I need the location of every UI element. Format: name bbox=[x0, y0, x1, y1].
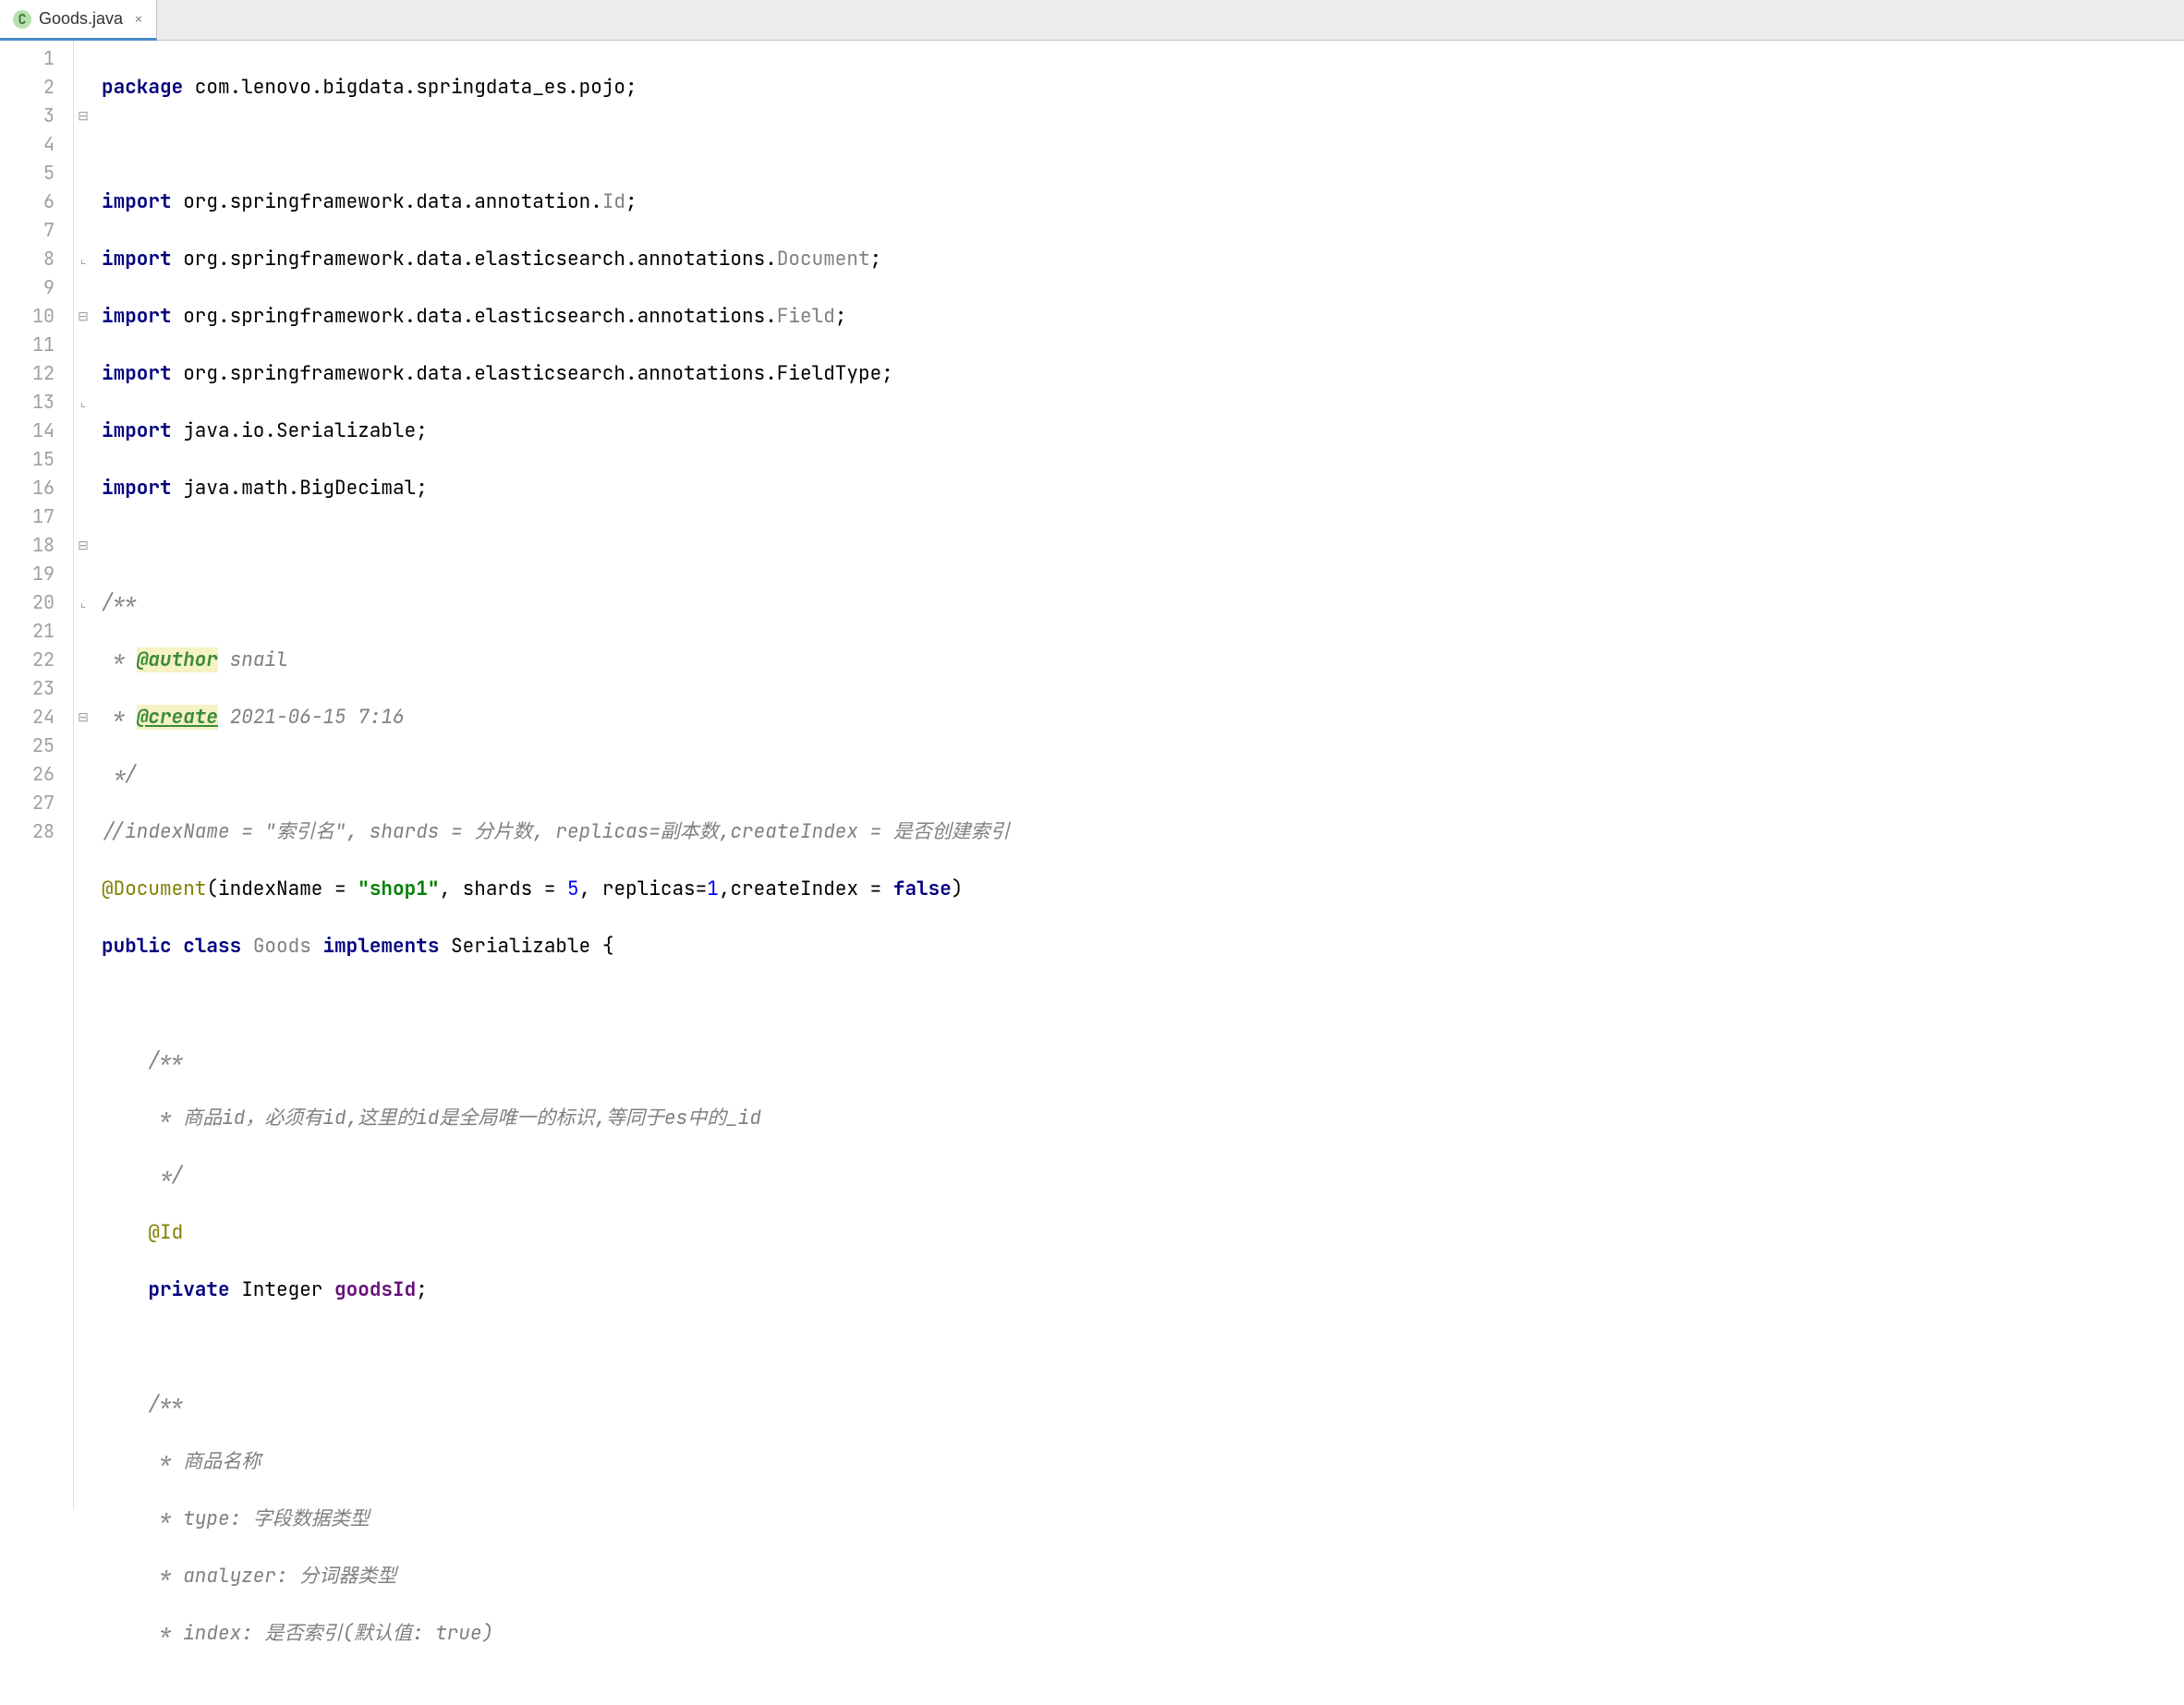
code-line-5[interactable]: import org.springframework.data.elastics… bbox=[102, 302, 2184, 331]
code-line-19[interactable]: * 商品id，必须有id,这里的id是全局唯一的标识,等同于es中的_id bbox=[102, 1104, 2184, 1132]
line-gutter: 1 2 3 4 5 6 7 8 9 10 11 12 13 14 15 16 1… bbox=[0, 41, 74, 1509]
line-number[interactable]: 6 bbox=[0, 187, 73, 216]
code-line-27[interactable]: * analyzer: 分词器类型 bbox=[102, 1562, 2184, 1590]
line-number[interactable]: 24 bbox=[0, 703, 73, 732]
fold-gutter: ⊟ ⌞ ⊟ ⌞ ⊟ ⌞ ⊟ bbox=[74, 41, 92, 1509]
code-line-18[interactable]: /** bbox=[102, 1046, 2184, 1075]
code-line-3[interactable]: import org.springframework.data.annotati… bbox=[102, 187, 2184, 216]
fold-marker-collapse[interactable]: ⊟ bbox=[74, 302, 92, 331]
line-number[interactable]: 1 bbox=[0, 44, 73, 73]
line-number[interactable]: 23 bbox=[0, 674, 73, 703]
line-number[interactable]: 14 bbox=[0, 417, 73, 445]
line-number[interactable]: 4 bbox=[0, 130, 73, 159]
fold-marker-collapse[interactable]: ⊟ bbox=[74, 102, 92, 130]
code-line-6[interactable]: import org.springframework.data.elastics… bbox=[102, 359, 2184, 388]
fold-marker bbox=[74, 646, 92, 674]
close-icon[interactable]: × bbox=[134, 9, 143, 29]
code-line-9[interactable] bbox=[102, 531, 2184, 560]
line-number[interactable]: 15 bbox=[0, 445, 73, 474]
fold-marker bbox=[74, 474, 92, 502]
line-number[interactable]: 19 bbox=[0, 560, 73, 588]
line-number[interactable]: 12 bbox=[0, 359, 73, 388]
code-line-10[interactable]: /** bbox=[102, 588, 2184, 617]
fold-marker bbox=[74, 732, 92, 760]
code-line-2[interactable] bbox=[102, 130, 2184, 159]
fold-marker-collapse[interactable]: ⊟ bbox=[74, 531, 92, 560]
line-number[interactable]: 20 bbox=[0, 588, 73, 617]
fold-marker bbox=[74, 187, 92, 216]
fold-marker-end[interactable]: ⌞ bbox=[74, 245, 92, 273]
fold-marker bbox=[74, 445, 92, 474]
code-line-7[interactable]: import java.io.Serializable; bbox=[102, 417, 2184, 445]
fold-marker bbox=[74, 817, 92, 846]
code-line-25[interactable]: * 商品名称 bbox=[102, 1447, 2184, 1476]
line-number[interactable]: 25 bbox=[0, 732, 73, 760]
fold-marker bbox=[74, 617, 92, 646]
line-number[interactable]: 22 bbox=[0, 646, 73, 674]
fold-marker bbox=[74, 331, 92, 359]
fold-marker-collapse[interactable]: ⊟ bbox=[74, 703, 92, 732]
fold-marker bbox=[74, 502, 92, 531]
tab-bar: C Goods.java × bbox=[0, 0, 2184, 41]
code-line-28[interactable]: * index: 是否索引(默认值: true) bbox=[102, 1619, 2184, 1648]
line-number[interactable]: 5 bbox=[0, 159, 73, 187]
tab-label: Goods.java bbox=[39, 9, 123, 29]
fold-marker bbox=[74, 216, 92, 245]
code-line-8[interactable]: import java.math.BigDecimal; bbox=[102, 474, 2184, 502]
line-number[interactable]: 17 bbox=[0, 502, 73, 531]
fold-marker bbox=[74, 560, 92, 588]
line-number[interactable]: 7 bbox=[0, 216, 73, 245]
code-line-11[interactable]: * @author snail bbox=[102, 646, 2184, 674]
fold-marker bbox=[74, 73, 92, 102]
code-line-12[interactable]: * @create 2021-06-15 7:16 bbox=[102, 703, 2184, 732]
code-line-24[interactable]: /** bbox=[102, 1390, 2184, 1419]
line-number[interactable]: 28 bbox=[0, 817, 73, 846]
code-line-22[interactable]: private Integer goodsId; bbox=[102, 1276, 2184, 1304]
fold-marker bbox=[74, 760, 92, 789]
fold-marker-end[interactable]: ⌞ bbox=[74, 388, 92, 417]
editor-area: 1 2 3 4 5 6 7 8 9 10 11 12 13 14 15 16 1… bbox=[0, 41, 2184, 1509]
line-number[interactable]: 18 bbox=[0, 531, 73, 560]
fold-marker bbox=[74, 674, 92, 703]
line-number[interactable]: 10 bbox=[0, 302, 73, 331]
fold-marker bbox=[74, 417, 92, 445]
line-number[interactable]: 2 bbox=[0, 73, 73, 102]
line-number[interactable]: 26 bbox=[0, 760, 73, 789]
fold-marker bbox=[74, 273, 92, 302]
line-number[interactable]: 11 bbox=[0, 331, 73, 359]
code-line-20[interactable]: */ bbox=[102, 1161, 2184, 1190]
fold-marker-end[interactable]: ⌞ bbox=[74, 588, 92, 617]
code-line-17[interactable] bbox=[102, 989, 2184, 1018]
fold-marker bbox=[74, 44, 92, 73]
code-line-21[interactable]: @Id bbox=[102, 1218, 2184, 1247]
line-number[interactable]: 3 bbox=[0, 102, 73, 130]
code-line-1[interactable]: package com.lenovo.bigdata.springdata_es… bbox=[102, 73, 2184, 102]
code-line-4[interactable]: import org.springframework.data.elastics… bbox=[102, 245, 2184, 273]
line-number[interactable]: 8 bbox=[0, 245, 73, 273]
code-line-15[interactable]: @Document(indexName = "shop1", shards = … bbox=[102, 875, 2184, 903]
line-number[interactable]: 16 bbox=[0, 474, 73, 502]
class-icon: C bbox=[13, 10, 31, 29]
fold-marker bbox=[74, 130, 92, 159]
code-area[interactable]: package com.lenovo.bigdata.springdata_es… bbox=[92, 41, 2184, 1509]
fold-marker bbox=[74, 159, 92, 187]
file-tab[interactable]: C Goods.java × bbox=[0, 0, 157, 41]
line-number[interactable]: 21 bbox=[0, 617, 73, 646]
line-number[interactable]: 9 bbox=[0, 273, 73, 302]
code-line-13[interactable]: */ bbox=[102, 760, 2184, 789]
fold-marker bbox=[74, 789, 92, 817]
fold-marker bbox=[74, 359, 92, 388]
code-line-23[interactable] bbox=[102, 1333, 2184, 1361]
code-line-16[interactable]: public class Goods implements Serializab… bbox=[102, 932, 2184, 961]
line-number[interactable]: 27 bbox=[0, 789, 73, 817]
line-number[interactable]: 13 bbox=[0, 388, 73, 417]
code-line-14[interactable]: //indexName = "索引名", shards = 分片数, repli… bbox=[102, 817, 2184, 846]
